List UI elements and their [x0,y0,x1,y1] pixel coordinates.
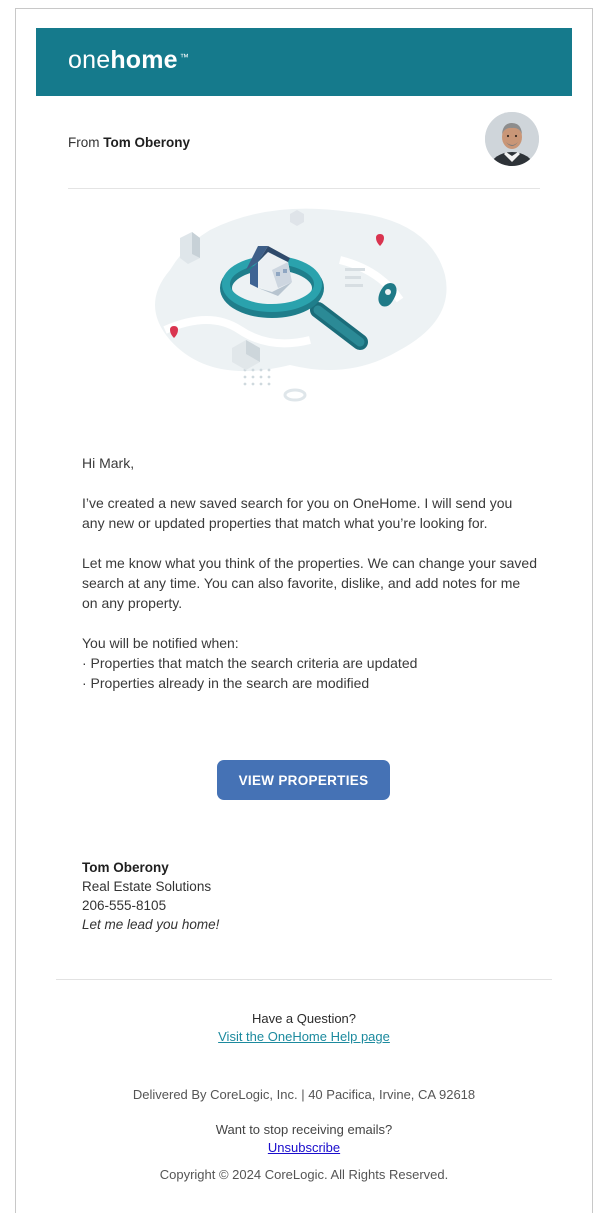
help-question: Have a Question? [251,1011,357,1026]
message-paragraph-1: I’ve created a new saved search for you … [82,495,513,531]
from-label: From [68,135,100,150]
signature-phone: 206-555-8105 [82,898,167,913]
notify-item: · Properties already in the search are m… [82,675,370,691]
delivered-by-text: Delivered By CoreLogic, Inc. | 40 Pacifi… [132,1087,476,1102]
house-magnifier-icon [155,208,447,402]
unsubscribe-prompt: Want to stop receiving emails? [215,1122,393,1137]
signature-tagline: Let me lead you home! [82,917,220,932]
logo-light-text: one [68,46,111,74]
logo-trademark: ™ [179,52,189,62]
sender-name: Tom Oberony [103,135,191,150]
view-properties-button[interactable]: VIEW PROPERTIES [217,760,390,800]
notify-intro: You will be notified when: [82,635,239,651]
agent-signature: Tom Oberony Real Estate Solutions 206-55… [82,858,219,934]
signature-company: Real Estate Solutions [82,879,212,894]
signature-name: Tom Oberony [82,860,169,875]
message-paragraph-2: Let me know what you think of the proper… [82,555,537,611]
greeting-text: Hi Mark, [82,455,135,471]
notify-item: · Properties that match the search crite… [82,655,418,671]
house-search-illustration [150,200,460,410]
copyright-text: Copyright © 2024 CoreLogic. All Rights R… [159,1167,449,1182]
email-header: one home ™ [36,28,572,96]
avatar-photo-icon [485,112,539,166]
sender-line: From Tom Oberony [68,135,190,150]
agent-avatar [485,112,539,166]
unsubscribe-link[interactable]: Unsubscribe [15,1140,593,1155]
logo-bold-text: home [110,46,178,74]
footer-divider [56,979,552,980]
help-page-link[interactable]: Visit the OneHome Help page [15,1029,593,1044]
message-body: Hi Mark, I’ve created a new saved search… [82,453,537,693]
onehome-logo: one home ™ [68,46,189,75]
header-divider [68,188,540,189]
